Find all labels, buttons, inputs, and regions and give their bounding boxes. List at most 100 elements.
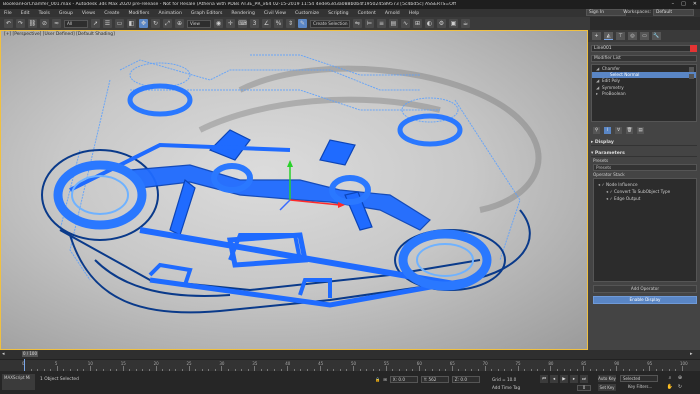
operator-item[interactable]: ◂ ✓Edge Output bbox=[594, 195, 696, 202]
enable-display-button[interactable]: Enable Display bbox=[593, 296, 697, 304]
parameters-rollout-header[interactable]: ▾ Parameters bbox=[591, 151, 697, 157]
maximize-button[interactable]: □ bbox=[681, 1, 686, 7]
menu-item-edit[interactable]: Edit bbox=[21, 11, 30, 16]
menu-item-content[interactable]: Content bbox=[358, 11, 376, 16]
spinner-snap-icon[interactable]: ⇕ bbox=[286, 19, 295, 28]
menu-item-tools[interactable]: Tools bbox=[39, 11, 50, 16]
minimize-button[interactable]: – bbox=[672, 1, 675, 7]
modifier-stack-item[interactable]: ▸ ProBoolean bbox=[592, 91, 696, 97]
display-tab-icon[interactable]: ▭ bbox=[640, 32, 649, 40]
material-editor-icon[interactable]: ◐ bbox=[425, 19, 434, 28]
sign-in-dropdown[interactable]: Sign In bbox=[586, 9, 626, 16]
close-button[interactable]: ✕ bbox=[693, 1, 697, 7]
menu-item-arnold[interactable]: Arnold bbox=[385, 11, 400, 16]
utilities-tab-icon[interactable]: 🔧 bbox=[652, 32, 661, 40]
previous-frame-icon[interactable]: ◂ bbox=[2, 351, 7, 357]
percent-snap-icon[interactable]: % bbox=[274, 19, 283, 28]
menu-item-help[interactable]: Help bbox=[409, 11, 419, 16]
viewport-label[interactable]: [+] [Perspective] [User Defined] [Defaul… bbox=[4, 32, 115, 37]
window-crossing-icon[interactable]: ◧ bbox=[127, 19, 136, 28]
x-coordinate-field[interactable]: X: 0.0 bbox=[389, 376, 418, 383]
scale-icon[interactable]: ⤢ bbox=[163, 19, 172, 28]
add-operator-button[interactable]: Add Operator bbox=[593, 285, 697, 293]
remove-modifier-icon[interactable]: 🗑 bbox=[626, 127, 633, 134]
render-setup-icon[interactable]: ⚙ bbox=[437, 19, 446, 28]
orbit-icon[interactable]: ↻ bbox=[676, 383, 684, 390]
go-to-start-icon[interactable]: ⏮ bbox=[540, 375, 548, 383]
motion-tab-icon[interactable]: ◎ bbox=[628, 32, 637, 40]
menu-item-customize[interactable]: Customize bbox=[295, 11, 319, 16]
mirror-icon[interactable]: ⇋ bbox=[353, 19, 362, 28]
key-filters-button[interactable]: Key Filters... bbox=[628, 384, 652, 389]
operator-item[interactable]: ◂ ✓Node Influence bbox=[594, 181, 696, 188]
named-selection-sets-dropdown[interactable]: Create Selection Se bbox=[310, 19, 350, 28]
menu-item-graph-editors[interactable]: Graph Editors bbox=[191, 11, 223, 16]
menu-item-rendering[interactable]: Rendering bbox=[231, 11, 254, 16]
bind-space-warp-icon[interactable]: ≈ bbox=[52, 19, 61, 28]
operator-enable-icon[interactable]: ◂ ✓ bbox=[606, 195, 614, 202]
select-by-name-icon[interactable]: ☰ bbox=[103, 19, 112, 28]
next-frame-icon[interactable]: ▸ bbox=[690, 351, 695, 357]
make-unique-icon[interactable]: ∀ bbox=[615, 127, 622, 134]
align-icon[interactable]: ⊨ bbox=[365, 19, 374, 28]
zoom-icon[interactable]: ⌕ bbox=[666, 374, 674, 381]
selection-set-dropdown[interactable]: Selected bbox=[620, 375, 658, 382]
set-key-button[interactable]: Set Key bbox=[598, 384, 616, 391]
object-name-field[interactable]: Line001 bbox=[591, 45, 697, 52]
operator-enable-icon[interactable]: ◂ ✓ bbox=[598, 181, 606, 188]
maxscript-listener[interactable]: MAXScript Mi bbox=[2, 374, 35, 390]
workspace-dropdown[interactable]: Default bbox=[653, 9, 694, 16]
menu-item-file[interactable]: File bbox=[4, 11, 12, 16]
unlink-icon[interactable]: ⊘ bbox=[40, 19, 49, 28]
track-bar[interactable]: 0510152025303540455055606570758085909510… bbox=[0, 359, 700, 371]
modifier-list-dropdown[interactable]: Modifier List bbox=[591, 55, 697, 62]
time-slider[interactable]: 0 / 100 bbox=[22, 351, 38, 357]
select-object-icon[interactable]: ➚ bbox=[91, 19, 100, 28]
operator-enable-icon[interactable]: ◂ ✓ bbox=[606, 188, 614, 195]
go-to-end-icon[interactable]: ⏭ bbox=[580, 375, 588, 383]
selection-filter-dropdown[interactable]: All bbox=[64, 19, 88, 28]
angle-snap-icon[interactable]: ∠ bbox=[262, 19, 271, 28]
lock-selection-icon[interactable]: 🔒 bbox=[375, 377, 380, 383]
perspective-viewport[interactable]: [+] [Perspective] [User Defined] [Defaul… bbox=[0, 30, 588, 350]
configure-modifier-sets-icon[interactable]: ▤ bbox=[637, 127, 644, 134]
operator-item[interactable]: ◂ ✓Convert To SubObject Type bbox=[594, 188, 696, 195]
menu-item-group[interactable]: Group bbox=[59, 11, 73, 16]
show-end-result-button-icon[interactable]: I bbox=[604, 127, 611, 134]
pivot-center-icon[interactable]: ◉ bbox=[214, 19, 223, 28]
absolute-mode-icon[interactable]: ⊞ bbox=[383, 377, 387, 382]
current-frame-field[interactable]: 0 bbox=[577, 385, 591, 391]
play-icon[interactable]: ▶ bbox=[560, 375, 568, 383]
modify-tab-icon[interactable]: ◭ bbox=[604, 32, 613, 40]
object-color-swatch[interactable] bbox=[690, 45, 697, 52]
render-production-icon[interactable]: ☕ bbox=[461, 19, 470, 28]
rendered-frame-window-icon[interactable]: ▣ bbox=[449, 19, 458, 28]
select-manipulate-icon[interactable]: ✛ bbox=[226, 19, 235, 28]
curve-editor-icon[interactable]: ∿ bbox=[401, 19, 410, 28]
zoom-all-icon[interactable]: ⊕ bbox=[676, 374, 684, 381]
auto-key-button[interactable]: Auto Key bbox=[598, 375, 616, 382]
rotate-icon[interactable]: ↻ bbox=[151, 19, 160, 28]
edit-named-selection-icon[interactable]: ✎ bbox=[298, 19, 307, 28]
pin-stack-icon[interactable] bbox=[689, 67, 694, 72]
menu-item-modifiers[interactable]: Modifiers bbox=[128, 11, 149, 16]
hierarchy-tab-icon[interactable]: ⊤ bbox=[616, 32, 625, 40]
menu-item-civil-view[interactable]: Civil View bbox=[264, 11, 286, 16]
z-coordinate-field[interactable]: Z: 0.0 bbox=[451, 376, 480, 383]
y-coordinate-field[interactable]: Y: 562 bbox=[420, 376, 449, 383]
undo-icon[interactable]: ↶ bbox=[4, 19, 13, 28]
link-icon[interactable]: ⛓ bbox=[28, 19, 37, 28]
pan-icon[interactable]: ✋ bbox=[666, 383, 674, 390]
add-time-tag[interactable]: Add Time Tag bbox=[492, 385, 520, 390]
menu-item-views[interactable]: Views bbox=[82, 11, 95, 16]
rect-selection-icon[interactable]: ▭ bbox=[115, 19, 124, 28]
previous-key-icon[interactable]: ◂ bbox=[550, 375, 558, 383]
toggle-ribbon-icon[interactable]: ▤ bbox=[389, 19, 398, 28]
move-icon[interactable]: ✥ bbox=[139, 19, 148, 28]
placement-icon[interactable]: ⊕ bbox=[175, 19, 184, 28]
menu-item-scripting[interactable]: Scripting bbox=[328, 11, 348, 16]
menu-item-animation[interactable]: Animation bbox=[158, 11, 181, 16]
display-rollout-header[interactable]: ▸ Display bbox=[591, 140, 697, 146]
snaps-toggle-icon[interactable]: 3 bbox=[250, 19, 259, 28]
redo-icon[interactable]: ↷ bbox=[16, 19, 25, 28]
